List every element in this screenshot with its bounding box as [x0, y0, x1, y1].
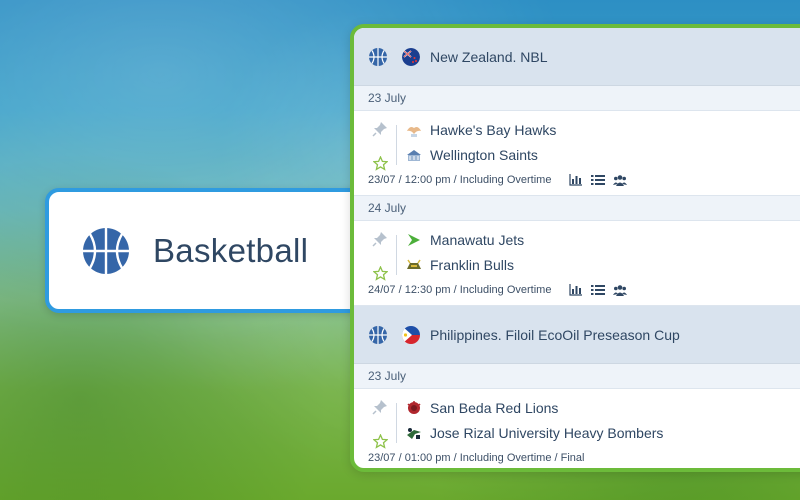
team-away: Wellington Saints	[406, 145, 538, 165]
saints-logo-icon	[407, 150, 421, 161]
divider	[396, 235, 397, 275]
team-home: Hawke's Bay Hawks	[406, 120, 556, 140]
league-header-new-zealand[interactable]: New Zealand. NBL	[354, 28, 800, 86]
match-row[interactable]: San Beda Red Lions Jose Rizal University…	[354, 389, 800, 468]
philippines-flag-icon	[402, 325, 420, 344]
list-icon[interactable]	[591, 174, 606, 186]
team-name: San Beda Red Lions	[430, 400, 559, 416]
star-icon[interactable]	[372, 156, 388, 171]
star-icon[interactable]	[372, 434, 388, 449]
league-name: Philippines. Filoil EcoOil Preseason Cup	[430, 326, 680, 343]
sport-label: Basketball	[153, 231, 309, 269]
divider	[396, 125, 397, 165]
match-info-text: 23/07 / 01:00 pm / Including Overtime / …	[368, 452, 585, 464]
match-row[interactable]: Hawke's Bay Hawks Wellington Saints 23/0…	[354, 111, 800, 196]
star-icon[interactable]	[372, 266, 388, 281]
match-row[interactable]: Manawatu Jets Franklin Bulls 24/07 / 12:…	[354, 221, 800, 306]
team-name: Wellington Saints	[430, 147, 538, 163]
match-info: 23/07 / 01:00 pm / Including Overtime / …	[368, 450, 584, 466]
bulls-logo-icon	[407, 259, 421, 269]
team-name: Franklin Bulls	[430, 257, 515, 273]
divider	[396, 403, 397, 443]
statistics-icon[interactable]	[569, 174, 583, 186]
list-icon[interactable]	[591, 284, 606, 296]
pin-icon[interactable]	[372, 399, 388, 415]
team-away: Jose Rizal University Heavy Bombers	[406, 423, 663, 443]
date-row: 23 July	[354, 86, 800, 111]
hawks-logo-icon	[407, 127, 421, 137]
lineups-icon[interactable]	[613, 284, 628, 296]
basketball-icon	[369, 325, 387, 344]
pin-icon[interactable]	[372, 231, 388, 247]
team-name: Jose Rizal University Heavy Bombers	[430, 425, 664, 441]
match-info: 24/07 / 12:30 pm / Including Overtime	[368, 282, 628, 298]
match-info: 23/07 / 12:00 pm / Including Overtime	[368, 172, 628, 188]
sport-badge[interactable]: Basketball	[45, 188, 375, 313]
date-row: 24 July	[354, 196, 800, 221]
date-row: 23 July	[354, 364, 800, 389]
events-panel: New Zealand. NBL 23 July Hawke's Bay Haw…	[350, 24, 800, 472]
match-info-text: 24/07 / 12:30 pm / Including Overtime	[368, 284, 552, 296]
basketball-icon	[83, 227, 129, 274]
match-info-text: 23/07 / 12:00 pm / Including Overtime	[368, 174, 552, 186]
basketball-icon	[369, 47, 387, 66]
league-header-philippines[interactable]: Philippines. Filoil EcoOil Preseason Cup	[354, 306, 800, 364]
heavy-bombers-logo-icon	[407, 428, 421, 439]
team-away: Franklin Bulls	[406, 255, 514, 275]
team-name: Hawke's Bay Hawks	[430, 122, 557, 138]
jets-logo-icon	[408, 234, 420, 246]
lineups-icon[interactable]	[613, 174, 628, 186]
red-lions-logo-icon	[407, 401, 421, 414]
new-zealand-flag-icon	[402, 47, 420, 66]
pin-icon[interactable]	[372, 121, 388, 137]
team-home: San Beda Red Lions	[406, 398, 558, 418]
team-name: Manawatu Jets	[430, 232, 525, 248]
team-home: Manawatu Jets	[406, 230, 524, 250]
statistics-icon[interactable]	[569, 284, 583, 296]
league-name: New Zealand. NBL	[430, 48, 548, 65]
